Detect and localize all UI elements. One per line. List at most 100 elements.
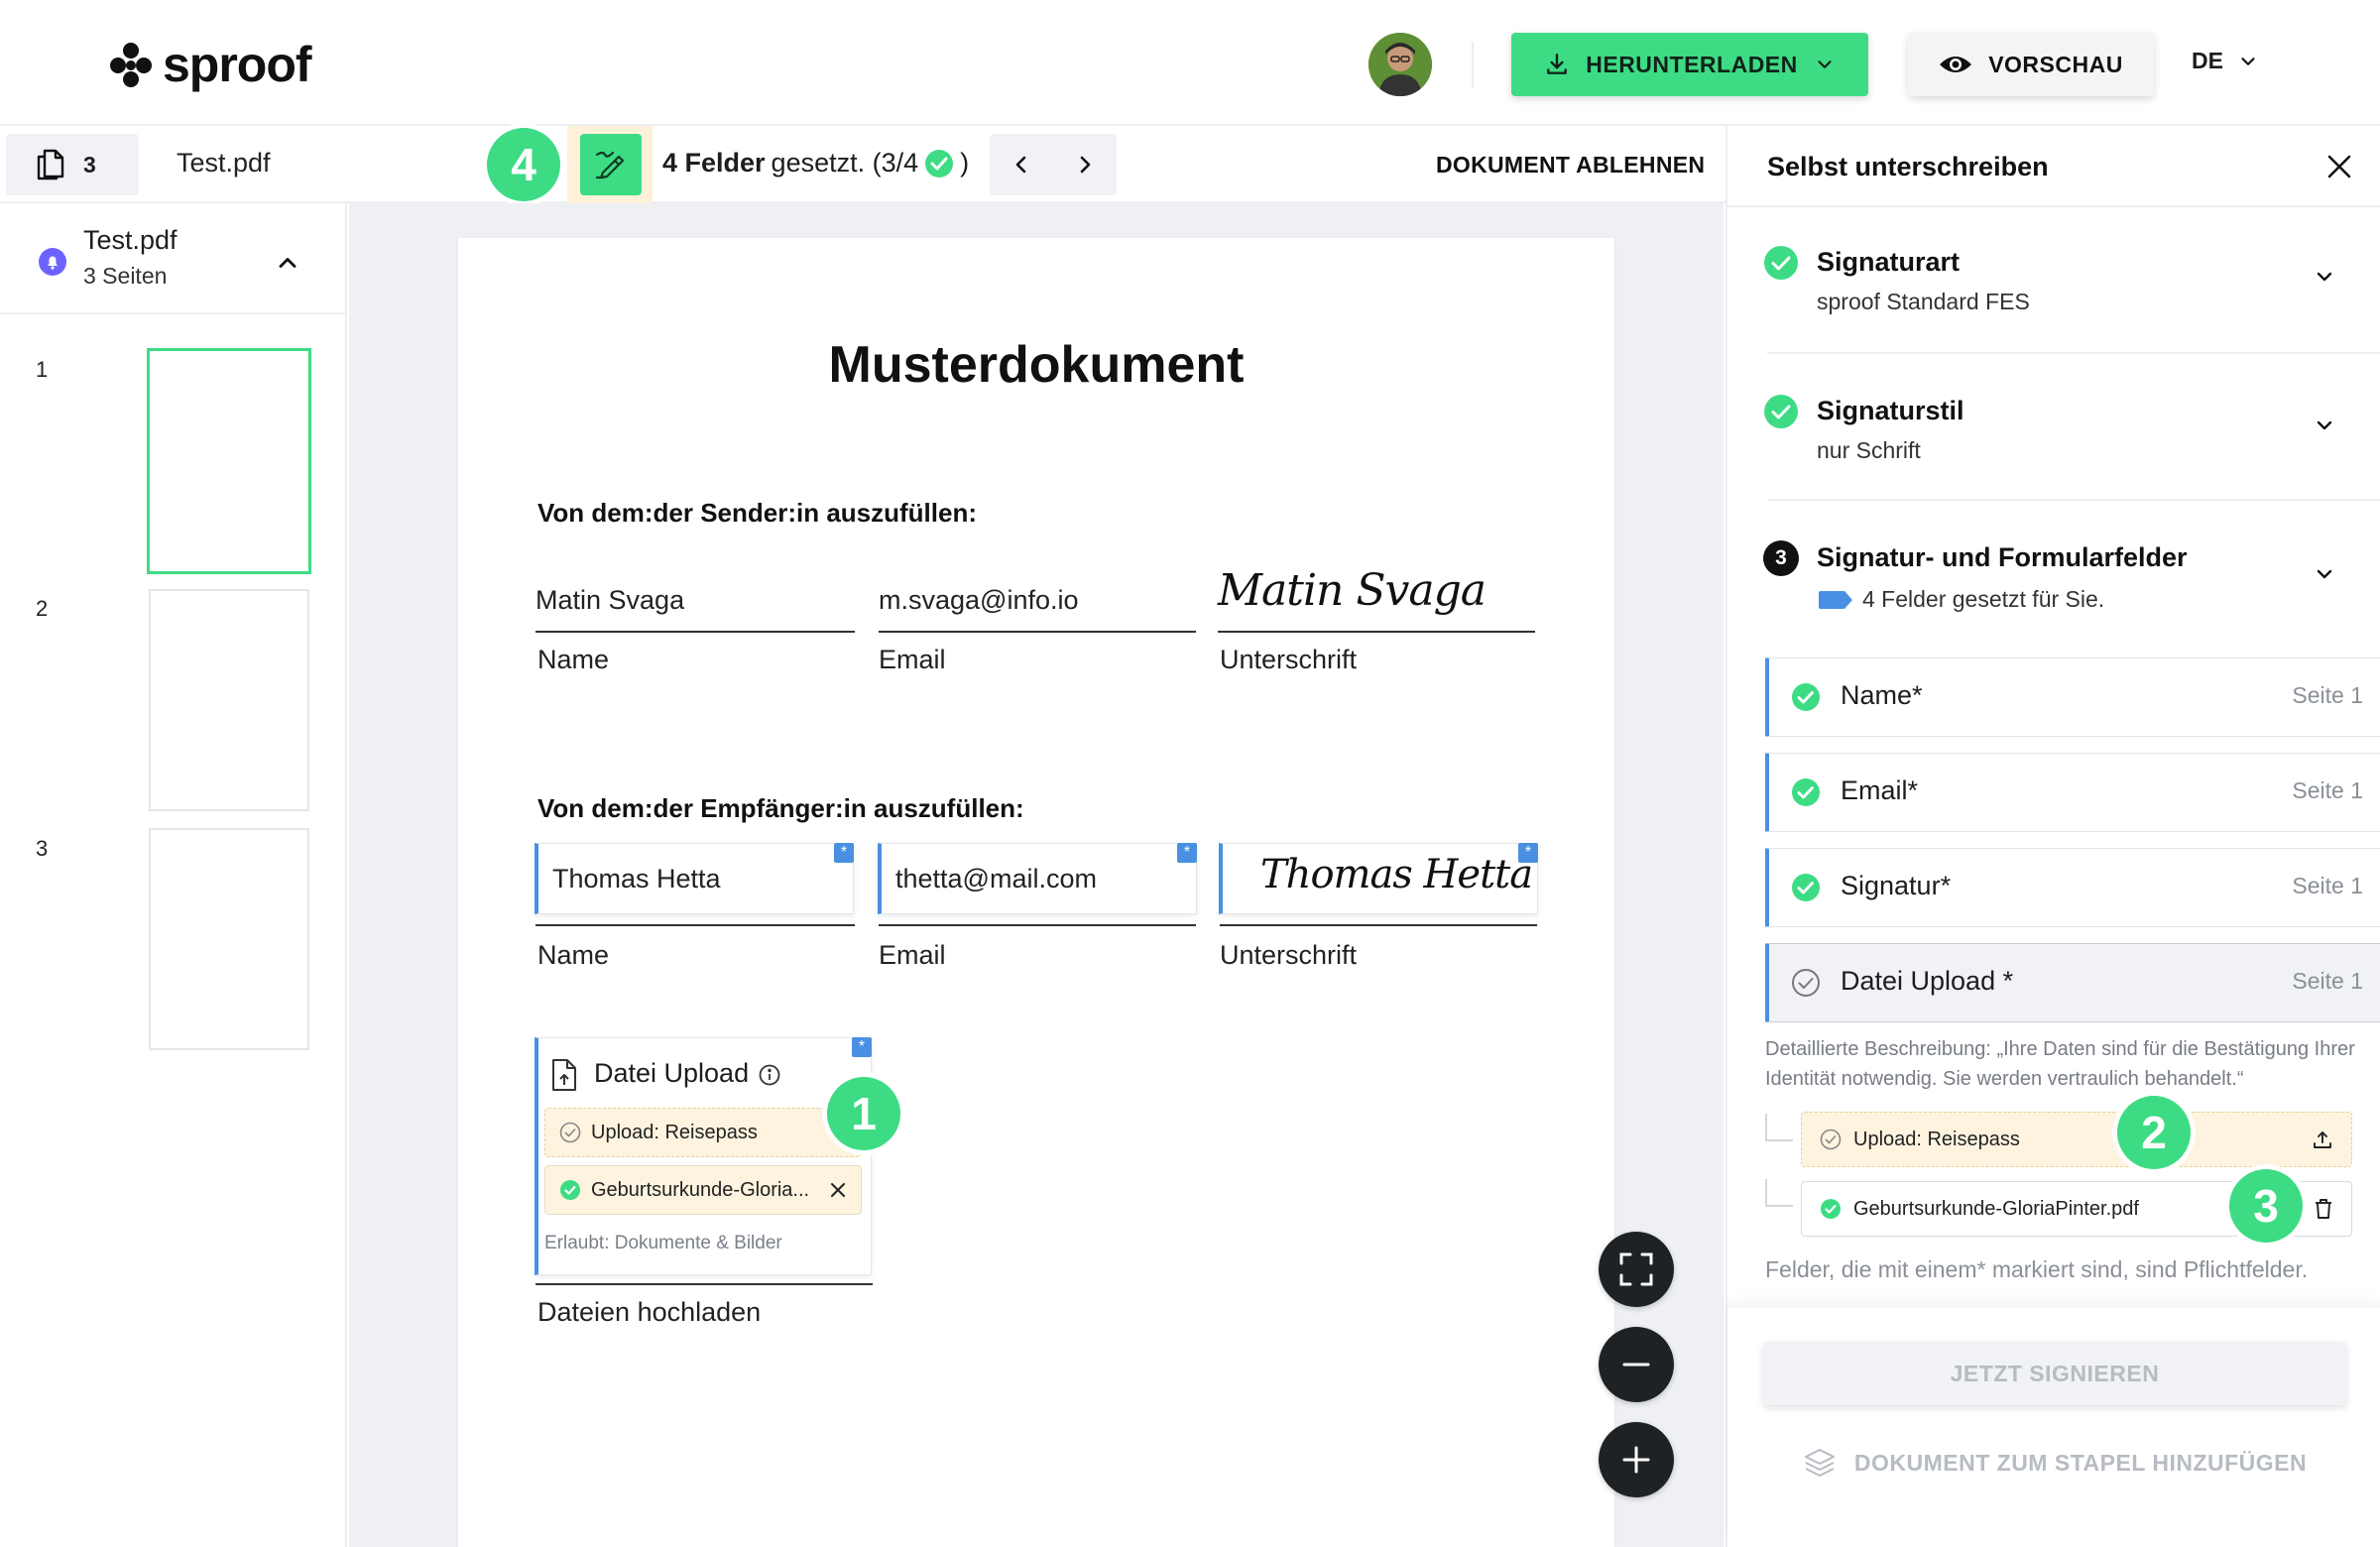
fields-status: 4 Felder gesetzt. (3/4 ) <box>662 148 969 178</box>
zoom-out-button[interactable] <box>1599 1327 1674 1402</box>
document-title: Test.pdf <box>83 225 178 255</box>
pages-icon <box>37 149 64 180</box>
field-name: Email* <box>1841 775 1919 805</box>
user-avatar[interactable] <box>1368 33 1432 96</box>
upload-icon[interactable] <box>2312 1129 2333 1150</box>
chevron-right-icon <box>1080 156 1091 174</box>
recipient-email-label: Email <box>879 940 946 970</box>
field-underline <box>536 631 855 633</box>
check-circle-icon <box>1764 246 1798 280</box>
recipient-name-label: Name <box>537 940 610 970</box>
recipient-signature-value: Thomas Hetta <box>1260 852 1533 897</box>
page-sidebar: Test.pdf 3 Seiten 1 2 3 <box>0 203 347 1547</box>
upload-pending-chip[interactable]: Upload: Reisepass <box>544 1108 862 1157</box>
step-badge-3: 3 <box>2229 1169 2303 1243</box>
field-underline <box>536 924 855 926</box>
field-navigation <box>990 134 1117 195</box>
previous-field-button[interactable] <box>990 134 1053 195</box>
download-label: HERUNTERLADEN <box>1586 51 1798 77</box>
field-underline <box>879 924 1196 926</box>
close-icon[interactable] <box>2324 152 2354 181</box>
step-signature-fields[interactable]: 3 Signatur- und Formularfelder 4 Felder … <box>1727 521 2380 630</box>
info-icon[interactable] <box>759 1064 780 1086</box>
upload-pending-label: Upload: Reisepass <box>591 1121 758 1143</box>
step-subtitle: nur Schrift <box>1817 437 1921 463</box>
thumbnail-number: 1 <box>36 357 49 382</box>
step-divider <box>1767 352 2380 354</box>
thumbnail-number: 2 <box>36 596 49 621</box>
recipient-signature-input[interactable]: Thomas Hetta * <box>1219 843 1538 914</box>
panel-uploaded-file-label: Geburtsurkunde-GloriaPinter.pdf <box>1853 1197 2139 1220</box>
field-row-email[interactable]: Email* Seite 1 <box>1765 753 2380 832</box>
sproof-logo-icon <box>110 43 152 87</box>
check-circle-icon <box>1792 683 1820 711</box>
language-selector[interactable]: DE <box>2192 48 2259 74</box>
step-number: 3 <box>1763 540 1799 576</box>
field-description: Detaillierte Beschreibung: „Ihre Daten s… <box>1765 1038 2355 1090</box>
preview-label: VORSCHAU <box>1988 51 2123 77</box>
field-name: Datei Upload * <box>1841 966 2014 996</box>
preview-button[interactable]: VORSCHAU <box>1908 33 2154 96</box>
header-divider <box>1472 42 1474 87</box>
step-title: Signatur- und Formularfelder <box>1817 542 2188 572</box>
language-label: DE <box>2192 48 2223 73</box>
field-underline <box>1220 924 1537 926</box>
field-page: Seite 1 <box>2292 777 2363 803</box>
panel-footer: JETZT SIGNIEREN DOKUMENT ZUM STAPEL HINZ… <box>1727 1308 2380 1547</box>
layers-icon <box>1804 1449 1835 1477</box>
decline-document-button[interactable]: DOKUMENT ABLEHNEN <box>1436 152 1705 178</box>
uploaded-file-chip[interactable]: Geburtsurkunde-Gloria... <box>544 1165 862 1215</box>
sender-name-label: Name <box>537 645 610 674</box>
sproof-logo[interactable]: sproof <box>109 36 312 93</box>
chevron-left-icon <box>1015 156 1026 174</box>
step-subtitle: 4 Felder gesetzt für Sie. <box>1862 586 2105 612</box>
fullscreen-button[interactable] <box>1599 1232 1674 1307</box>
sender-email-label: Email <box>879 645 946 674</box>
zoom-in-button[interactable] <box>1599 1422 1674 1497</box>
recipient-email-value: thetta@mail.com <box>895 864 1097 893</box>
page-thumbnail-3[interactable] <box>149 828 309 1050</box>
file-upload-field[interactable]: * Datei Upload Upload: Reisepass Geburts… <box>535 1037 872 1275</box>
field-page: Seite 1 <box>2292 873 2363 898</box>
chevron-up-icon[interactable] <box>274 249 301 277</box>
panel-upload-pending[interactable]: Upload: Reisepass <box>1801 1112 2352 1167</box>
document-entry[interactable]: Test.pdf 3 Seiten <box>0 203 347 314</box>
check-circle-icon <box>1792 874 1820 901</box>
recipient-section-title: Von dem:der Empfänger:in auszufüllen: <box>537 793 1024 823</box>
page-thumbnail-1[interactable] <box>147 348 311 574</box>
step-subtitle: sproof Standard FES <box>1817 289 2030 314</box>
trash-icon[interactable] <box>2314 1198 2333 1220</box>
chevron-down-icon <box>2317 569 2332 579</box>
pages-tab[interactable]: 3 <box>6 134 139 195</box>
top-header: sproof HERUNTERLADEN VORSCHAU DE <box>0 0 2380 126</box>
field-row-file-upload[interactable]: Datei Upload * Seite 1 <box>1765 943 2380 1022</box>
field-page: Seite 1 <box>2292 968 2363 994</box>
field-underline <box>536 1283 873 1285</box>
check-circle-outline-icon <box>559 1122 581 1143</box>
fields-progress: gesetzt. (3/4 <box>771 148 919 178</box>
document-pages: 3 Seiten <box>83 263 168 289</box>
upload-label: Dateien hochladen <box>537 1297 762 1327</box>
next-field-button[interactable] <box>1053 134 1117 195</box>
step-signature-type[interactable]: Signaturart sproof Standard FES <box>1727 225 2380 354</box>
step-signature-style[interactable]: Signaturstil nur Schrift <box>1727 374 2380 503</box>
sign-now-button[interactable]: JETZT SIGNIEREN <box>1763 1342 2346 1405</box>
field-row-name[interactable]: Name* Seite 1 <box>1765 657 2380 737</box>
field-page: Seite 1 <box>2292 682 2363 708</box>
label-tag-icon <box>1819 591 1852 609</box>
field-row-signature[interactable]: Signatur* Seite 1 <box>1765 848 2380 927</box>
fields-count: 4 Felder <box>662 148 766 178</box>
add-to-stack-button[interactable]: DOKUMENT ZUM STAPEL HINZUFÜGEN <box>1763 1431 2346 1494</box>
check-circle-icon <box>1792 778 1820 806</box>
download-button[interactable]: HERUNTERLADEN <box>1511 33 1868 96</box>
sender-section-title: Von dem:der Sender:in auszufüllen: <box>537 498 978 528</box>
recipient-email-input[interactable]: thetta@mail.com * <box>878 843 1197 914</box>
recipient-name-input[interactable]: Thomas Hetta * <box>535 843 854 914</box>
close-icon[interactable] <box>829 1181 847 1199</box>
minus-icon <box>1622 1363 1650 1367</box>
field-underline <box>1218 631 1535 633</box>
check-circle-icon <box>560 1180 580 1200</box>
page-thumbnail-2[interactable] <box>149 589 309 811</box>
fill-fields-button[interactable] <box>580 134 642 195</box>
fullscreen-icon <box>1619 1252 1653 1286</box>
